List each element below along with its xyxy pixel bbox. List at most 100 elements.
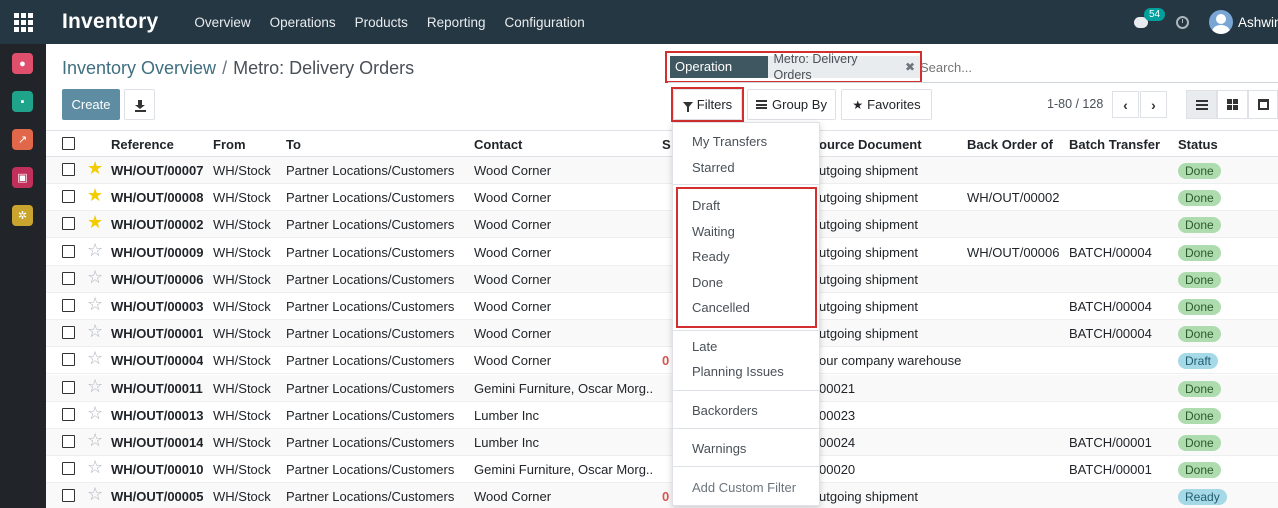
menu-configuration[interactable]: Configuration: [504, 15, 584, 30]
cell-contact: Wood Corner: [474, 271, 552, 287]
row-checkbox[interactable]: [62, 380, 75, 394]
download-icon-base: [135, 110, 146, 112]
breadcrumb-parent[interactable]: Inventory Overview: [62, 58, 216, 78]
table-header: Reference From To Contact S ource Docume…: [46, 131, 1278, 157]
row-checkbox[interactable]: [62, 489, 75, 503]
dashboard-icon[interactable]: ↗: [12, 129, 33, 150]
menu-operations[interactable]: Operations: [270, 15, 336, 30]
column-scheduled[interactable]: S: [662, 137, 671, 152]
search-underline: [668, 82, 1278, 83]
column-batch-transfer[interactable]: Batch Transfer: [1069, 137, 1160, 152]
table-row[interactable]: ☆ WH/OUT/00014 WH/Stock Partner Locations/C…: [46, 429, 1278, 456]
menu-reporting[interactable]: Reporting: [427, 15, 486, 30]
app-title[interactable]: Inventory: [62, 10, 158, 34]
star-icon[interactable]: ☆: [87, 404, 103, 422]
contacts-icon[interactable]: ▪: [12, 91, 33, 112]
table-row[interactable]: ☆ WH/OUT/00009 WH/Stock Partner Locations/C…: [46, 239, 1278, 266]
clock-icon[interactable]: [1176, 15, 1189, 29]
row-checkbox[interactable]: [62, 217, 75, 231]
create-button[interactable]: Create: [62, 89, 120, 120]
inventory-icon[interactable]: ▣: [12, 167, 33, 188]
search-input[interactable]: [920, 57, 1160, 77]
column-source-document[interactable]: ource Document: [819, 137, 922, 152]
star-icon[interactable]: ☆: [87, 377, 103, 395]
pager-value[interactable]: 1-80 / 128: [1047, 97, 1103, 111]
menu-products[interactable]: Products: [355, 15, 408, 30]
table-row[interactable]: ☆ WH/OUT/00001 WH/Stock Partner Locations/C…: [46, 320, 1278, 348]
kanban-view-button[interactable]: [1217, 90, 1248, 119]
chat-button[interactable]: 54: [1134, 8, 1166, 29]
cell-reference: WH/OUT/00013: [111, 407, 204, 423]
row-checkbox[interactable]: [62, 407, 75, 421]
row-checkbox[interactable]: [62, 271, 75, 285]
cell-to: Partner Locations/Customers: [286, 217, 455, 233]
row-checkbox[interactable]: [62, 462, 75, 476]
table-row[interactable]: ★ WH/OUT/00008 WH/Stock Partner Locations/C…: [46, 184, 1278, 212]
column-to[interactable]: To: [286, 137, 301, 152]
column-status[interactable]: Status: [1178, 137, 1218, 152]
table-row[interactable]: ★ WH/OUT/00007 WH/Stock Partner Locations/C…: [46, 157, 1278, 184]
filter-warnings[interactable]: Warnings: [692, 441, 746, 456]
filter-backorders[interactable]: Backorders: [692, 403, 758, 418]
select-all-checkbox[interactable]: [62, 137, 75, 150]
table-row[interactable]: ☆ WH/OUT/00003 WH/Stock Partner Locations/C…: [46, 293, 1278, 320]
star-icon[interactable]: ★: [87, 159, 103, 177]
row-checkbox[interactable]: [62, 435, 75, 448]
avatar[interactable]: [1209, 10, 1233, 34]
cell-to: Partner Locations/Customers: [286, 435, 455, 450]
download-button[interactable]: [124, 89, 155, 120]
star-icon[interactable]: ★: [87, 213, 103, 231]
row-checkbox[interactable]: [62, 163, 75, 176]
add-custom-filter-button[interactable]: Add Custom Filter: [692, 480, 796, 495]
favorites-label: Favorites: [867, 97, 921, 112]
favorites-button[interactable]: ★ Favorites: [841, 89, 932, 120]
cell-source-document: utgoing shipment: [819, 190, 919, 206]
row-checkbox[interactable]: [62, 190, 75, 204]
facet-highlight: [665, 51, 922, 83]
menu-overview[interactable]: Overview: [194, 15, 250, 30]
cell-contact: Wood Corner: [474, 190, 552, 206]
discuss-icon[interactable]: ●: [12, 53, 33, 74]
row-checkbox[interactable]: [62, 353, 75, 367]
column-contact[interactable]: Contact: [474, 137, 522, 152]
table-row[interactable]: ★ WH/OUT/00002 WH/Stock Partner Locations/C…: [46, 211, 1278, 239]
cell-to: Partner Locations/Customers: [286, 190, 455, 206]
star-icon[interactable]: ☆: [87, 268, 103, 286]
star-icon[interactable]: ☆: [87, 295, 103, 313]
apps-menu-button[interactable]: [0, 0, 46, 44]
filter-my-transfers[interactable]: My Transfers: [692, 134, 767, 149]
pager-next-button[interactable]: ›: [1140, 91, 1167, 118]
star-icon[interactable]: ★: [87, 186, 103, 204]
list-view-button[interactable]: [1186, 90, 1217, 119]
cell-source-document: 00024: [819, 435, 856, 450]
filter-starred[interactable]: Starred: [692, 160, 735, 175]
table-row[interactable]: ☆ WH/OUT/00005 WH/Stock Partner Locations/C…: [46, 483, 1278, 508]
table-row[interactable]: ☆ WH/OUT/00006 WH/Stock Partner Locations/C…: [46, 265, 1278, 293]
filter-late[interactable]: Late: [692, 339, 717, 354]
calendar-view-button[interactable]: [1248, 90, 1278, 119]
group-by-button[interactable]: Group By: [747, 89, 836, 120]
table-row[interactable]: ☆ WH/OUT/00004 WH/Stock Partner Locations/C…: [46, 347, 1278, 375]
cell-from: WH/Stock: [213, 299, 271, 314]
star-icon[interactable]: ☆: [87, 322, 103, 340]
pager-previous-button[interactable]: ‹: [1112, 91, 1139, 118]
table-row[interactable]: ☆ WH/OUT/00010 WH/Stock Partner Locations/C…: [46, 456, 1278, 484]
column-back-order[interactable]: Back Order of: [967, 137, 1053, 152]
filter-planning-issues[interactable]: Planning Issues: [692, 364, 784, 379]
user-name[interactable]: Ashwin: [1238, 15, 1278, 30]
column-reference[interactable]: Reference: [111, 137, 174, 152]
row-checkbox[interactable]: [62, 326, 75, 340]
star-icon[interactable]: ☆: [87, 241, 103, 259]
table-row[interactable]: ☆ WH/OUT/00013 WH/Stock Partner Locations/C…: [46, 402, 1278, 429]
star-icon[interactable]: ☆: [87, 431, 103, 449]
column-from[interactable]: From: [213, 137, 246, 152]
settings-icon[interactable]: ✲: [12, 205, 33, 226]
star-icon[interactable]: ☆: [87, 485, 103, 503]
row-checkbox[interactable]: [62, 244, 75, 258]
table-row[interactable]: ☆ WH/OUT/00011 WH/Stock Partner Locations/C…: [46, 374, 1278, 402]
star-icon[interactable]: ☆: [87, 458, 103, 476]
cell-reference: WH/OUT/00011: [111, 380, 203, 396]
row-checkbox[interactable]: [62, 299, 75, 312]
star-icon[interactable]: ☆: [87, 349, 103, 367]
cell-reference: WH/OUT/00006: [111, 271, 204, 287]
